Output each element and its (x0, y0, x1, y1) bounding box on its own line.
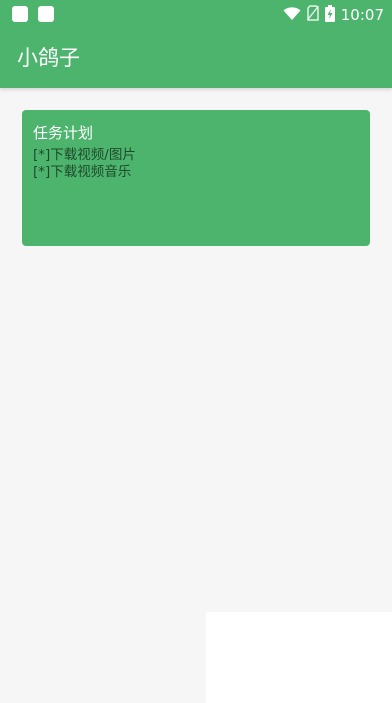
status-icons: 10:07 (283, 4, 384, 26)
wifi-icon (283, 6, 301, 25)
task-plan-card[interactable]: 任务计划 [*]下载视频/图片 [*]下载视频音乐 (22, 110, 370, 246)
task-list: [*]下载视频/图片 [*]下载视频音乐 (33, 147, 136, 181)
notification-square-icon (38, 6, 54, 22)
task-card-title: 任务计划 (33, 124, 94, 142)
battery-charging-icon (324, 4, 335, 26)
blank-panel (206, 612, 392, 703)
status-bar: 10:07 (0, 0, 392, 30)
clock-time: 10:07 (340, 6, 384, 24)
notification-square-icon (12, 6, 28, 22)
app-title: 小鸽子 (17, 46, 80, 70)
app-bar: 小鸽子 (0, 30, 392, 88)
no-sim-icon (306, 5, 319, 25)
task-item[interactable]: [*]下载视频音乐 (33, 164, 136, 181)
task-item[interactable]: [*]下载视频/图片 (33, 147, 136, 164)
